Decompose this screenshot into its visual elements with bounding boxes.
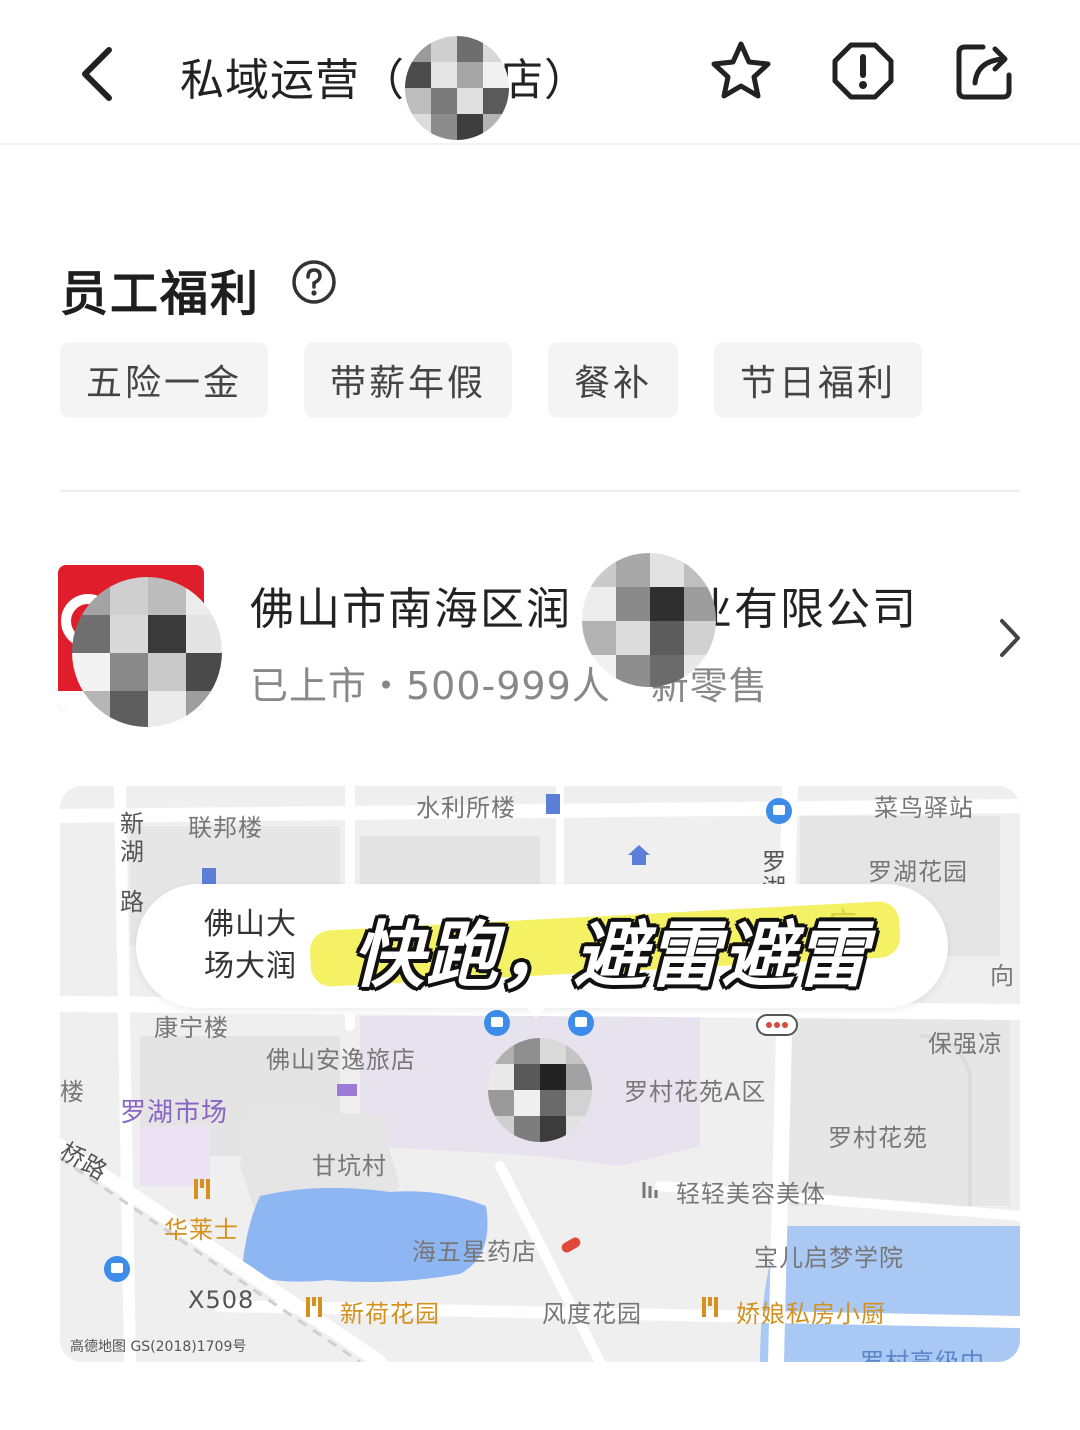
page-title: 私域运营（ 店） — [180, 44, 589, 108]
chevron-left-icon — [82, 47, 112, 101]
chevron-right-icon — [1000, 619, 1020, 657]
page-title-suffix: 店） — [499, 55, 589, 106]
map-label: 海五星药店 — [412, 1238, 537, 1266]
map-label: X508 — [188, 1286, 255, 1314]
benefit-tag: 带薪年假 — [304, 342, 513, 418]
building-icon — [546, 794, 560, 814]
hotel-icon — [337, 1084, 357, 1096]
benefit-tag: 餐补 — [548, 342, 679, 418]
map-label: 轻轻美容美体 — [676, 1180, 826, 1208]
bus-stop-icon — [484, 1010, 510, 1036]
map-label: 娇娘私房小厨 — [736, 1300, 886, 1328]
map-label: 湖 — [120, 838, 145, 866]
report-button[interactable] — [830, 38, 896, 104]
map-copyright: 高德地图 GS(2018)1709号 — [70, 1339, 247, 1355]
map-label: 风度花园 — [542, 1300, 642, 1328]
location-map[interactable]: 新 湖 路 联邦楼 水利所楼 菜鸟驿站 罗 湖 罗湖花园 向 康宁楼 佛山安逸旅… — [60, 786, 1020, 1362]
map-label: 菜鸟驿站 — [874, 794, 974, 822]
company-card[interactable]: 佛山市南海区润业有限公司 已上市・500-999人新零售 — [0, 545, 1080, 727]
map-label: 罗村花苑 — [828, 1124, 928, 1152]
map-label: 向 — [990, 962, 1015, 990]
benefit-tag: 节日福利 — [714, 342, 923, 418]
share-button[interactable] — [952, 38, 1018, 104]
benefit-tags: 五险一金 带薪年假 餐补 节日福利 — [60, 342, 923, 418]
favorite-button[interactable] — [708, 38, 774, 104]
top-bar: 私域运营（ 店） — [0, 0, 1080, 145]
share-icon — [956, 44, 1012, 100]
pharmacy-icon — [561, 1237, 581, 1253]
map-label: 宝儿启梦学院 — [754, 1244, 904, 1272]
map-label: 佛山安逸旅店 — [266, 1046, 416, 1074]
company-name-redaction — [582, 553, 716, 687]
home-icon — [628, 845, 650, 865]
map-label: 甘坑村 — [312, 1152, 387, 1180]
map-label: 华莱士 — [164, 1216, 239, 1244]
back-button[interactable] — [62, 36, 132, 112]
alert-icon — [832, 42, 894, 100]
map-label: 康宁楼 — [154, 1014, 229, 1042]
map-pin-redaction — [488, 1038, 592, 1142]
map-label: 罗湖花园 — [868, 858, 968, 886]
restaurant-icon — [306, 1297, 322, 1317]
company-name-suffix: 业有限公司 — [688, 584, 918, 635]
map-label: 新荷花园 — [340, 1300, 440, 1328]
beauty-icon — [642, 1182, 658, 1198]
bus-stop-icon — [104, 1256, 130, 1282]
metro-icon — [756, 1014, 798, 1036]
restaurant-icon — [194, 1179, 210, 1199]
map-label: 楼 — [60, 1078, 85, 1106]
company-name-prefix: 佛山市南海区润 — [250, 584, 572, 635]
bus-stop-icon — [766, 798, 792, 824]
map-label: 保强凉 — [928, 1030, 1003, 1058]
benefits-title: 员工福利 — [60, 266, 261, 322]
map-label: 联邦楼 — [188, 814, 263, 842]
map-label: 水利所楼 — [416, 794, 516, 822]
star-icon — [711, 41, 771, 99]
map-label: 路 — [120, 888, 145, 916]
benefit-tag: 五险一金 — [60, 342, 269, 418]
company-meta-prefix: 已上市・500-999人 — [250, 664, 611, 708]
map-label: 罗村高级中 — [860, 1348, 985, 1362]
logo-redaction — [72, 577, 222, 727]
restaurant-icon — [702, 1297, 718, 1317]
title-redaction — [405, 36, 509, 140]
bus-stop-icon — [568, 1010, 594, 1036]
map-label: 罗村花苑A区 — [624, 1078, 767, 1106]
bubble-tail — [524, 1004, 548, 1018]
page-title-prefix: 私域运营（ — [180, 55, 405, 106]
map-label: 罗湖市场 — [120, 1098, 229, 1128]
question-circle-icon[interactable] — [290, 258, 338, 306]
section-divider — [60, 490, 1020, 492]
slogan-overlay: 快跑，避雷避雷 — [352, 913, 871, 997]
address-line1: 佛山大 — [204, 907, 297, 942]
